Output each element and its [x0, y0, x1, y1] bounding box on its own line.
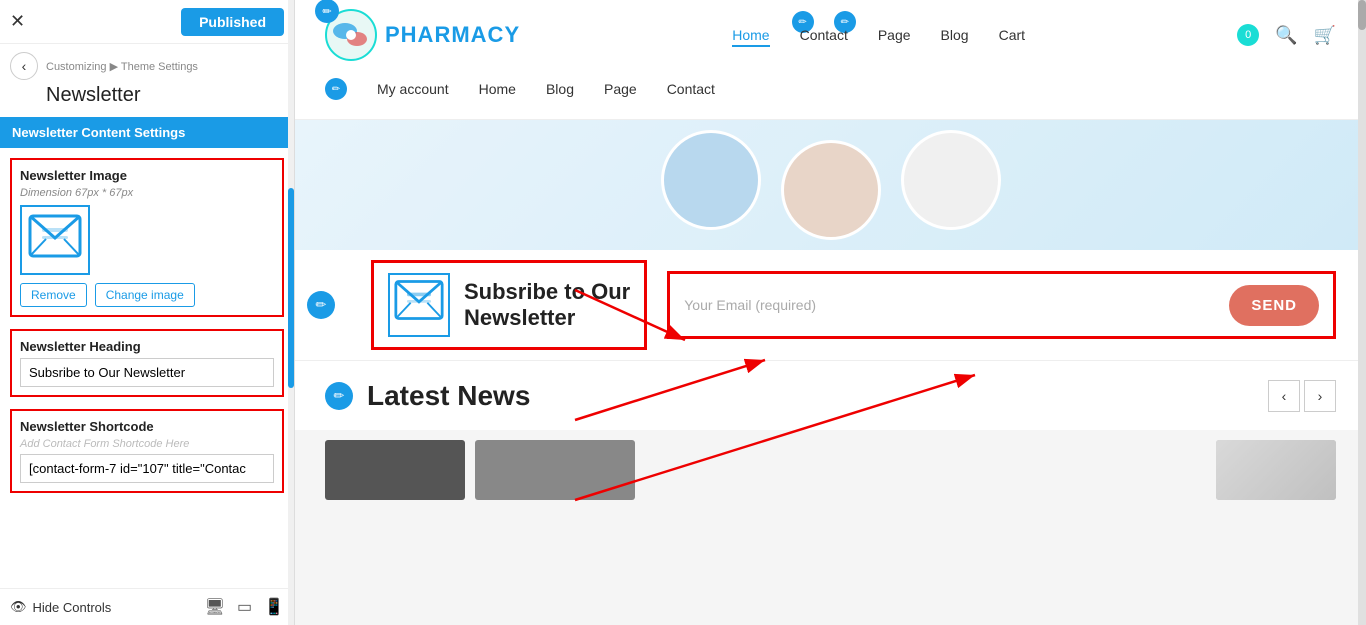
cart-icon[interactable]: 🛒	[1314, 25, 1336, 46]
newsletter-heading: Subsribe to Our Newsletter	[464, 279, 630, 332]
nav-top: ✏ PHARMACY Home ✏	[295, 0, 1366, 70]
nav2-home[interactable]: Home	[479, 81, 516, 97]
nav-link-contact[interactable]: Contact	[800, 27, 848, 43]
nav-links-top: Home ✏ ✏ Contact Page Blog Cart	[732, 27, 1025, 43]
nav-link-home[interactable]: Home	[732, 27, 769, 43]
hide-controls-button[interactable]: 👁 Hide Controls	[10, 599, 111, 615]
newsletter-right-box: Your Email (required) SEND	[667, 271, 1336, 339]
hero-circles	[661, 130, 1001, 240]
image-buttons: Remove Change image	[20, 283, 274, 307]
newsletter-heading-line2: Newsletter	[464, 305, 575, 330]
nav2-myaccount[interactable]: My account	[377, 81, 449, 97]
tablet-icon[interactable]: ▭	[237, 597, 252, 617]
top-bar: ✕ Published	[0, 0, 294, 44]
preview-area: ✏ PHARMACY Home ✏	[295, 0, 1366, 625]
newsletter-section: ✏ Subsribe to Our Newsletter Your Email …	[295, 250, 1366, 360]
edit-newsletter-pencil[interactable]: ✏	[307, 291, 335, 319]
bottom-partial	[295, 430, 1366, 510]
nav-icons: 0 🔍 🛒	[1237, 24, 1336, 46]
hide-controls-label: Hide Controls	[33, 600, 112, 615]
close-button[interactable]: ✕	[10, 11, 25, 32]
hero-circle-1	[661, 130, 761, 230]
envelope-preview-icon	[28, 214, 82, 267]
logo-area: ✏ PHARMACY	[325, 9, 520, 61]
mobile-icon[interactable]: 📱	[264, 597, 284, 617]
latest-news-nav: ‹ ›	[1268, 380, 1336, 412]
news-card-3	[1216, 440, 1336, 500]
breadcrumb-section: ‹ Customizing ▶ Theme Settings	[0, 44, 294, 84]
desktop-icon[interactable]: 🖥	[205, 597, 225, 617]
nav-link-page[interactable]: Page	[878, 27, 911, 43]
hero-section	[295, 120, 1366, 250]
cart-badge: 0	[1237, 24, 1259, 46]
nav-link-cart[interactable]: Cart	[999, 27, 1025, 43]
hero-circle-3	[901, 130, 1001, 230]
back-button[interactable]: ‹	[10, 52, 38, 80]
search-icon[interactable]: 🔍	[1275, 25, 1297, 46]
shortcode-placeholder: Add Contact Form Shortcode Here	[20, 438, 274, 450]
nav2-contact[interactable]: Contact	[667, 81, 715, 97]
section-header: Newsletter Content Settings	[0, 117, 294, 148]
edit-logo-pencil[interactable]: ✏	[315, 0, 339, 23]
newsletter-heading-field: Newsletter Heading	[10, 329, 284, 397]
logo-text: PHARMACY	[385, 22, 520, 48]
hero-circle-2	[781, 140, 881, 240]
newsletter-image-sublabel: Dimension 67px * 67px	[20, 187, 274, 199]
device-icons: 🖥 ▭ 📱	[205, 597, 284, 617]
newsletter-image-label: Newsletter Image	[20, 168, 274, 183]
change-image-button[interactable]: Change image	[95, 283, 195, 307]
latest-news-title-row: ✏ Latest News	[325, 380, 530, 412]
breadcrumb: Customizing ▶ Theme Settings	[46, 60, 198, 73]
right-scrollbar-thumb[interactable]	[1358, 0, 1366, 30]
newsletter-heading-label: Newsletter Heading	[20, 339, 274, 354]
newsletter-shortcode-field: Newsletter Shortcode Add Contact Form Sh…	[10, 409, 284, 493]
edit-nav2-pencil[interactable]: ✏	[325, 78, 347, 100]
page-title: Newsletter	[0, 84, 294, 117]
send-button[interactable]: SEND	[1229, 285, 1319, 326]
newsletter-left-box: Subsribe to Our Newsletter	[371, 260, 647, 350]
newsletter-envelope-icon	[388, 273, 450, 337]
nav-link-blog[interactable]: Blog	[941, 27, 969, 43]
nav2-blog[interactable]: Blog	[546, 81, 574, 97]
prev-news-button[interactable]: ‹	[1268, 380, 1300, 412]
newsletter-heading-line1: Subsribe to Our	[464, 279, 630, 304]
news-card-2	[475, 440, 635, 500]
panel-content: Newsletter Image Dimension 67px * 67px	[0, 148, 294, 588]
newsletter-image-field: Newsletter Image Dimension 67px * 67px	[10, 158, 284, 317]
newsletter-shortcode-label: Newsletter Shortcode	[20, 419, 274, 434]
latest-news-section: ✏ Latest News ‹ ›	[295, 360, 1366, 430]
nav2-page[interactable]: Page	[604, 81, 637, 97]
next-news-button[interactable]: ›	[1304, 380, 1336, 412]
email-placeholder: Your Email (required)	[684, 297, 1217, 313]
published-button[interactable]: Published	[181, 8, 284, 36]
panel-bottom: 👁 Hide Controls 🖥 ▭ 📱	[0, 588, 294, 625]
remove-image-button[interactable]: Remove	[20, 283, 87, 307]
right-scrollbar[interactable]	[1358, 0, 1366, 625]
nav-bottom: ✏ My account Home Blog Page Contact	[295, 70, 1366, 108]
news-card-1	[325, 440, 465, 500]
newsletter-shortcode-input[interactable]	[20, 454, 274, 483]
newsletter-heading-input[interactable]	[20, 358, 274, 387]
latest-news-title: Latest News	[367, 380, 530, 412]
site-header: ✏ PHARMACY Home ✏	[295, 0, 1366, 120]
newsletter-image-preview	[20, 205, 90, 275]
eye-icon: 👁	[10, 599, 27, 615]
edit-latest-news-pencil[interactable]: ✏	[325, 382, 353, 410]
left-panel: ✕ Published ‹ Customizing ▶ Theme Settin…	[0, 0, 295, 625]
